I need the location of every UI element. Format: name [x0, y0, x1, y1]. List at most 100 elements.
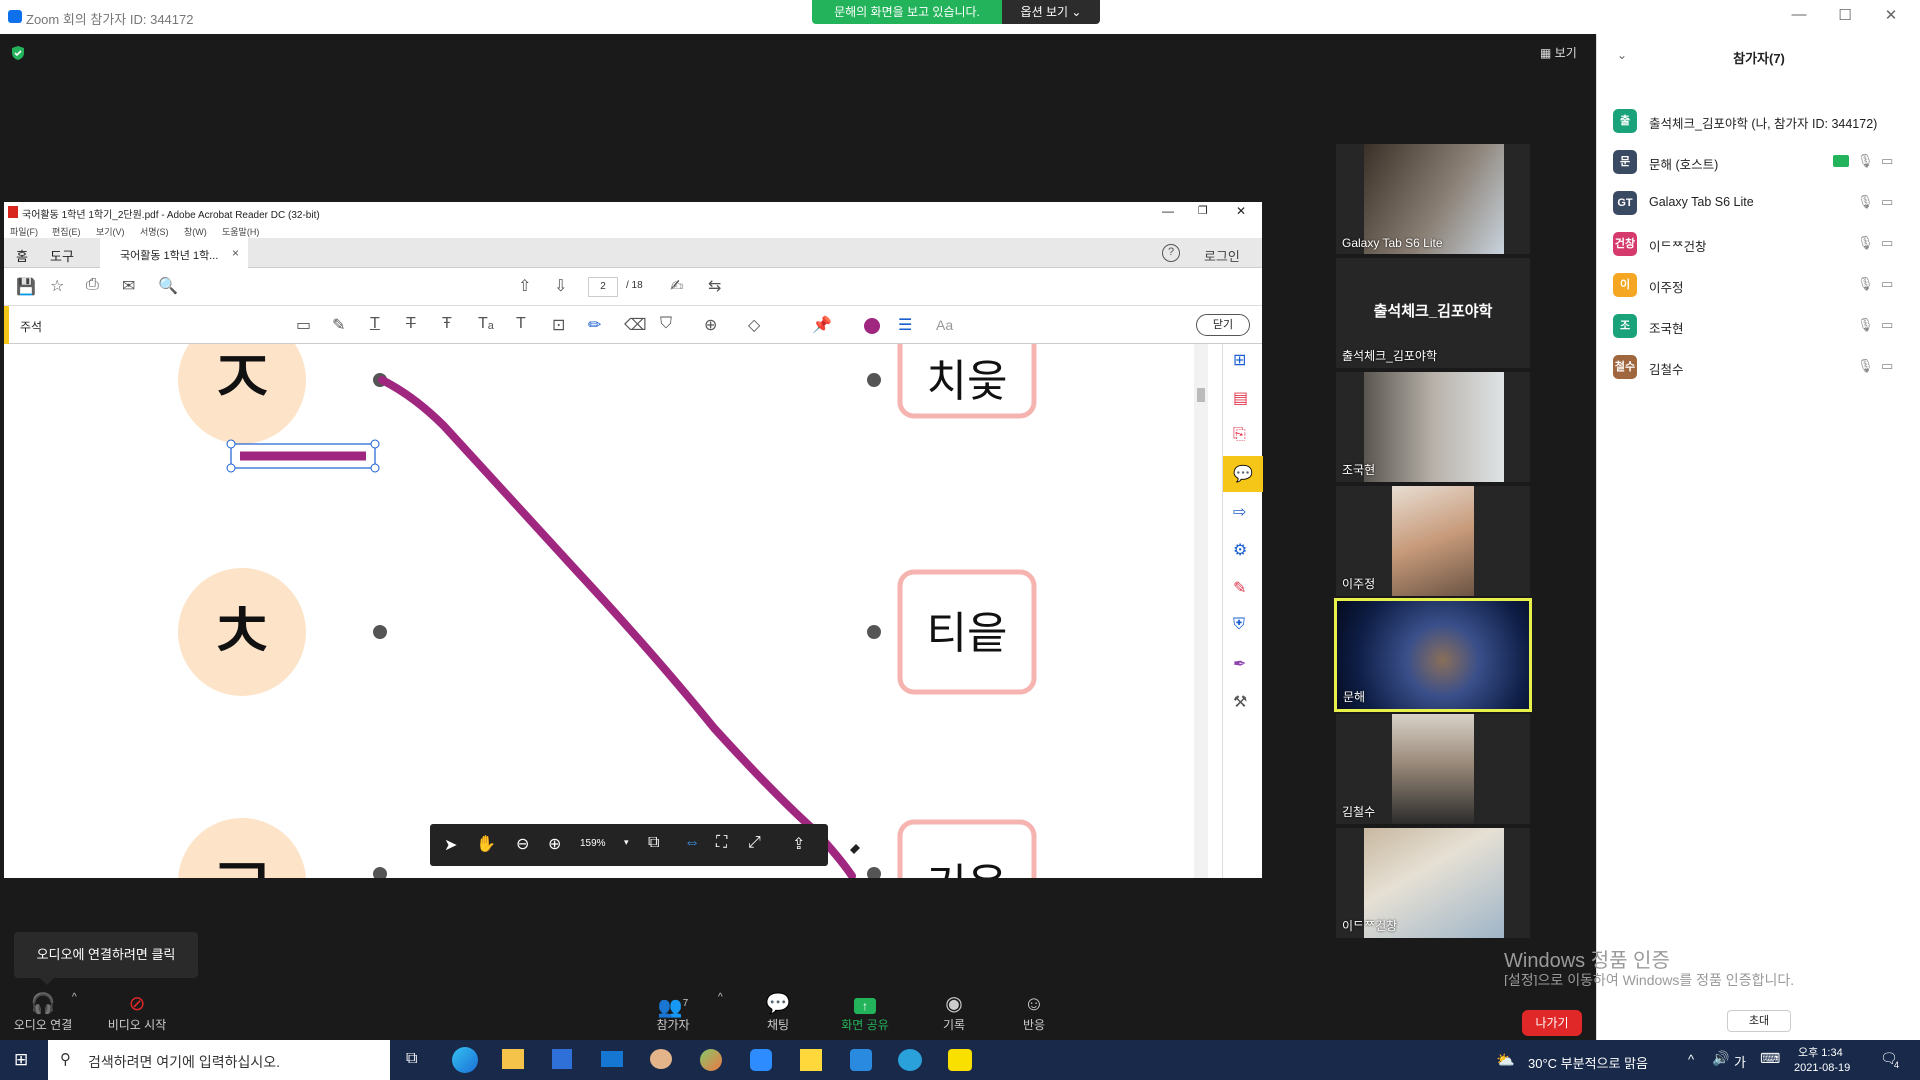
video-tile-self[interactable]: 출석체크_김포야학 출석체크_김포야학 [1336, 258, 1530, 368]
attach-icon[interactable]: ⊕ [704, 315, 717, 335]
share-screen-button[interactable]: ↑ 화면 공유 [832, 992, 898, 1033]
login-button[interactable]: 로그인 [1204, 246, 1240, 265]
microphone-icon[interactable]: 🎙 [1857, 194, 1874, 210]
eraser-icon[interactable]: ⌫ [624, 315, 647, 335]
tab-tools[interactable]: 도구 [50, 246, 74, 265]
ime-indicator[interactable]: 가 [1734, 1052, 1746, 1071]
participant-row[interactable]: GT Galaxy Tab S6 Lite 🎙 ▭ [1613, 186, 1913, 220]
export-pdf-icon[interactable]: ⎘ [1233, 426, 1246, 444]
tab-document[interactable]: 국어활동 1학년 1학... × [100, 238, 248, 268]
audio-button[interactable]: 🎧 오디오 연결 [8, 992, 78, 1033]
acro-restore-icon[interactable]: ❐ [1198, 204, 1208, 217]
microphone-icon[interactable]: 🎙 [1857, 358, 1874, 374]
text-box-icon[interactable]: ⊡ [552, 315, 565, 335]
organize-pages-icon[interactable]: ▤ [1233, 388, 1248, 408]
save-icon[interactable]: 💾 [16, 277, 36, 297]
fill-sign-icon[interactable]: ✍ [670, 276, 683, 296]
edge-browser-icon[interactable] [452, 1047, 478, 1073]
video-tile-jo[interactable]: 조국현 [1336, 372, 1530, 482]
chat-button[interactable]: 💬 채팅 [758, 992, 798, 1033]
vertical-scrollbar[interactable] [1194, 344, 1208, 878]
fit-width-icon[interactable]: ⇔ [684, 834, 700, 852]
hand-tool-icon[interactable]: ✋ [476, 834, 496, 854]
replace-text-icon[interactable]: Ŧ [442, 315, 452, 333]
invite-button[interactable]: 초대 [1727, 1010, 1791, 1032]
sticky-note-icon[interactable]: ▭ [296, 315, 311, 335]
fill-sign-side-icon[interactable]: ✎ [1233, 578, 1246, 598]
weather-text[interactable]: 30°C 부분적으로 맑음 [1528, 1053, 1648, 1072]
participant-row[interactable]: 철수 김철수 🎙 ▭ [1613, 350, 1913, 384]
bookmark-star-icon[interactable]: ☆ [50, 276, 64, 296]
video-tile-lee[interactable]: 이주정 [1336, 486, 1530, 596]
pdf-canvas[interactable]: ㅈ ㅊ ㄱ 치읓 티읕 기윽 [14, 344, 1194, 878]
participant-row[interactable]: 문 문해 (호스트) 🎙 ▭ [1613, 145, 1913, 179]
camera-icon[interactable]: ▭ [1881, 153, 1893, 169]
mail-icon[interactable] [601, 1051, 623, 1067]
upload-icon[interactable]: ⇪ [792, 834, 805, 854]
participant-row[interactable]: 이 이주정 🎙 ▭ [1613, 268, 1913, 302]
add-text-icon[interactable]: T [516, 315, 526, 333]
zoom-out-icon[interactable]: ⊖ [516, 834, 529, 854]
microphone-icon[interactable]: 🎙 [1857, 317, 1874, 333]
video-tile-galaxy[interactable]: Galaxy Tab S6 Lite [1336, 144, 1530, 254]
camera-icon[interactable]: ▭ [1881, 276, 1893, 292]
scan-icon[interactable]: ⚙ [1233, 540, 1247, 560]
keyboard-icon[interactable]: ⌨ [1760, 1050, 1780, 1067]
participant-row[interactable]: 출 출석체크_김포야학 (나, 참가자 ID: 344172) [1613, 104, 1913, 138]
page-number-input[interactable]: 2 [588, 277, 618, 297]
video-tile-geonchang[interactable]: 이ᄃᄍ건창 [1336, 828, 1530, 938]
color-picker-icon[interactable] [864, 318, 880, 334]
sign-icon[interactable]: ✒ [1233, 654, 1246, 674]
video-button[interactable]: ⊘ 비디오 시작 [100, 992, 174, 1033]
camera-icon[interactable]: ▭ [1881, 194, 1893, 210]
create-pdf-icon[interactable]: ⊞ [1233, 350, 1246, 370]
menu-sign[interactable]: 서명(S) [140, 225, 169, 238]
maximize-icon[interactable]: ☐ [1830, 6, 1860, 24]
zoom-dropdown-icon[interactable]: ▾ [624, 837, 629, 848]
microphone-icon[interactable]: 🎙 [1857, 276, 1874, 292]
menu-help[interactable]: 도움말(H) [222, 225, 259, 238]
page-down-icon[interactable]: ⇩ [554, 276, 567, 296]
pdf-page[interactable]: ㅈ ㅊ ㄱ 치읓 티읕 기윽 [14, 344, 1194, 878]
camera-icon[interactable]: ▭ [1881, 235, 1893, 251]
zoom-in-icon[interactable]: ⊕ [548, 834, 561, 854]
strikethrough-icon[interactable]: T [406, 315, 416, 333]
close-annotation-button[interactable]: 닫기 [1196, 314, 1250, 336]
comment-tool-icon[interactable]: 💬 [1223, 456, 1263, 492]
help-icon[interactable]: ? [1162, 244, 1180, 262]
scrollbar-thumb[interactable] [1197, 388, 1205, 402]
view-options-button[interactable]: 옵션 보기 ⌄ [1002, 0, 1100, 24]
pin-icon[interactable]: 📌 [812, 315, 832, 335]
clock-date[interactable]: 2021-08-19 [1794, 1062, 1850, 1074]
menu-window[interactable]: 창(W) [184, 225, 207, 238]
page-up-icon[interactable]: ⇧ [518, 276, 531, 296]
leave-button[interactable]: 나가기 [1522, 1010, 1582, 1036]
underline-icon[interactable]: T [370, 315, 380, 333]
clock-time[interactable]: 오후 1:34 [1798, 1044, 1843, 1060]
fullscreen-icon[interactable]: ⤢ [748, 834, 761, 852]
send-comments-icon[interactable]: ⇨ [1233, 502, 1246, 522]
zoom-level[interactable]: 159% [580, 838, 606, 849]
participant-row[interactable]: 조 조국현 🎙 ▭ [1613, 309, 1913, 343]
print-icon[interactable]: ⎙ [86, 276, 99, 294]
tab-close-icon[interactable]: × [232, 246, 239, 260]
camera-icon[interactable]: ▭ [1881, 317, 1893, 333]
shapes-icon[interactable]: ◇ [748, 315, 760, 335]
volume-icon[interactable]: 🔊 [1712, 1050, 1729, 1067]
menu-edit[interactable]: 편집(E) [52, 225, 81, 238]
reactions-button[interactable]: ☺ 반응 [1014, 992, 1054, 1033]
video-tile-moonhae-active[interactable]: 문해 [1334, 598, 1532, 712]
shield-icon[interactable] [10, 45, 26, 61]
zoom-app-icon[interactable] [750, 1049, 772, 1071]
minimize-icon[interactable]: — [1784, 6, 1814, 23]
share-link-icon[interactable]: ⇆ [708, 276, 721, 296]
microphone-icon[interactable]: 🎙 [1857, 235, 1874, 251]
email-icon[interactable]: ✉ [122, 276, 135, 296]
weather-icon[interactable]: ⛅ [1496, 1051, 1515, 1069]
app-blue-icon[interactable] [850, 1049, 872, 1071]
taskbar-search-box[interactable]: ⚲ 검색하려면 여기에 입력하십시오. [48, 1040, 390, 1080]
select-cursor-icon[interactable]: ➤ [444, 835, 457, 855]
font-size-icon[interactable]: Aa [936, 317, 953, 333]
more-tools-icon[interactable]: ⚒ [1233, 692, 1247, 712]
tab-home[interactable]: 홈 [16, 246, 28, 265]
